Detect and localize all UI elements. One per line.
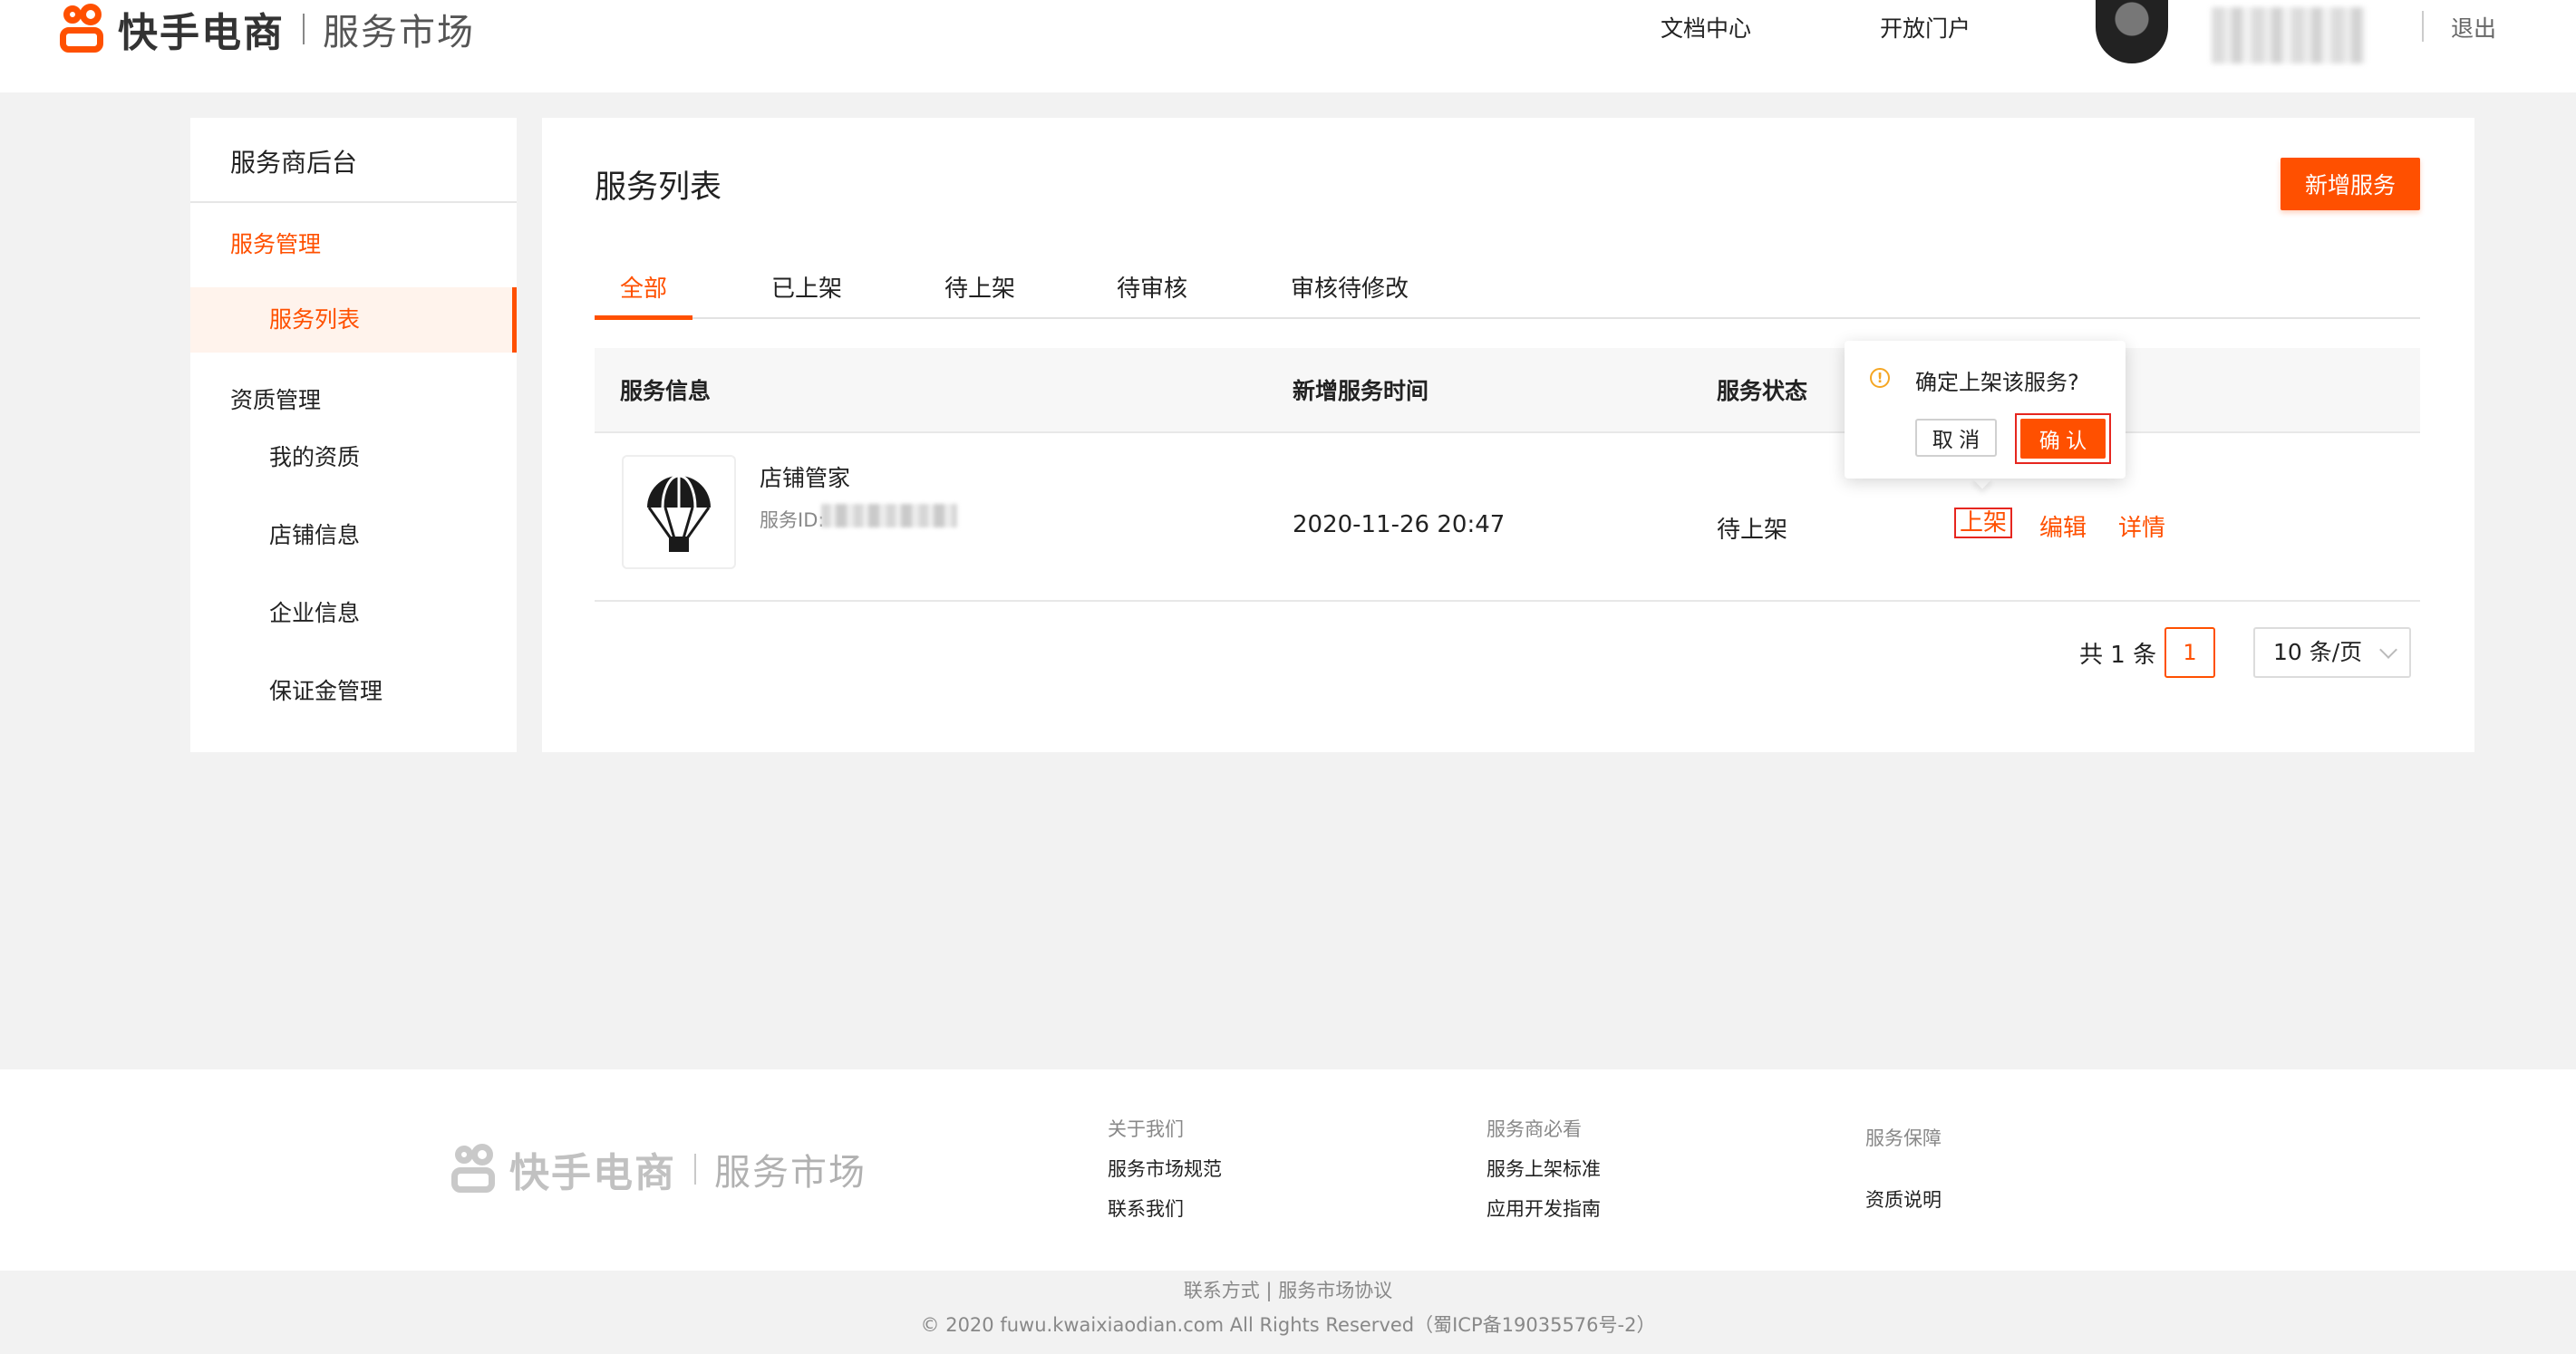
footer-heading-service-guarantee: 服务保障 <box>1865 1127 1942 1149</box>
user-name-redacted <box>2212 7 2366 63</box>
user-avatar[interactable] <box>2096 0 2168 63</box>
sidebar-item-shop-info[interactable]: 店铺信息 <box>190 503 517 568</box>
footer-brand-subtitle: 服务市场 <box>714 1152 867 1194</box>
parachute-icon <box>647 474 711 552</box>
kuaishou-logo-icon <box>58 4 105 54</box>
sidebar-title: 服务商后台 <box>230 148 358 178</box>
popconfirm: ! 确定上架该服务? 取 消 确 认 <box>1845 341 2126 479</box>
footer-logo-divider <box>694 1154 696 1185</box>
sidebar-item-service-list[interactable]: 服务列表 <box>190 287 517 353</box>
sidebar-item-my-qualification[interactable]: 我的资质 <box>190 425 517 490</box>
nav-open-portal-link[interactable]: 开放门户 <box>1880 11 1971 44</box>
tab-pending-listing[interactable]: 待上架 <box>944 270 1015 319</box>
sidebar-divider <box>190 201 517 203</box>
sidebar-group-qualification-management[interactable]: 资质管理 <box>230 382 321 415</box>
footer-logo: 快手电商 服务市场 <box>450 1140 867 1198</box>
sidebar-item-company-info[interactable]: 企业信息 <box>190 581 517 646</box>
info-icon: ! <box>1870 368 1890 388</box>
footer-link-contact-us[interactable]: 联系我们 <box>1108 1194 1184 1222</box>
footer-link-qualification-notes[interactable]: 资质说明 <box>1865 1185 1942 1213</box>
service-detail-link[interactable]: 详情 <box>2118 509 2165 543</box>
sidebar-item-deposit-management[interactable]: 保证金管理 <box>190 659 517 724</box>
footer-link-market-rules[interactable]: 服务市场规范 <box>1108 1155 1222 1182</box>
service-id-label: 服务ID: <box>760 509 825 531</box>
footer-heading-provider-must-read: 服务商必看 <box>1487 1118 1582 1140</box>
table-row: 店铺管家 服务ID: 2020-11-26 20:47 待上架 上架 编辑 详情 <box>595 433 2420 602</box>
popconfirm-confirm-button[interactable]: 确 认 <box>2020 419 2106 459</box>
popconfirm-cancel-button[interactable]: 取 消 <box>1915 419 1997 457</box>
service-thumbnail <box>622 455 736 569</box>
logo-divider <box>303 14 305 44</box>
service-created-time: 2020-11-26 20:47 <box>1293 511 1506 538</box>
tab-all[interactable]: 全部 <box>620 270 667 319</box>
column-header-service-info: 服务信息 <box>620 378 712 404</box>
service-status: 待上架 <box>1717 517 1788 544</box>
footer-link-listing-standard[interactable]: 服务上架标准 <box>1487 1155 1601 1182</box>
pagination-page-button[interactable]: 1 <box>2164 627 2215 678</box>
service-name: 店铺管家 <box>760 465 851 491</box>
popconfirm-message: 确定上架该服务? <box>1915 370 2079 395</box>
tab-review-needs-revision[interactable]: 审核待修改 <box>1291 270 1409 319</box>
nav-divider <box>2422 11 2424 42</box>
table-header: 服务信息 新增服务时间 服务状态 <box>595 348 2420 433</box>
pagination-total: 共 1 条 <box>2079 642 2157 669</box>
nav-docs-link[interactable]: 文档中心 <box>1661 11 1751 44</box>
edit-service-link[interactable]: 编辑 <box>2039 509 2087 543</box>
tabs-baseline <box>595 317 2420 319</box>
popconfirm-ok-highlight: 确 认 <box>2015 413 2111 464</box>
footer-link-dev-guide[interactable]: 应用开发指南 <box>1487 1194 1601 1222</box>
page-title: 服务列表 <box>595 169 722 206</box>
footer-bottom-links[interactable]: 联系方式 | 服务市场协议 <box>0 1276 2576 1303</box>
service-id-redacted <box>821 504 957 527</box>
add-service-button[interactable]: 新增服务 <box>2281 158 2420 210</box>
sidebar-group-service-management[interactable]: 服务管理 <box>230 227 321 259</box>
tab-pending-review[interactable]: 待审核 <box>1117 270 1187 319</box>
tab-listed[interactable]: 已上架 <box>771 270 842 319</box>
page-size-select[interactable]: 10 条/页 <box>2253 627 2411 678</box>
copyright-text: © 2020 fuwu.kwaixiaodian.com All Rights … <box>920 1314 1656 1336</box>
brand-subtitle: 服务市场 <box>323 12 475 53</box>
page-size-value: 10 条/页 <box>2273 639 2363 665</box>
chevron-down-icon <box>2379 641 2397 659</box>
main-panel: 服务列表 新增服务 全部 已上架 待上架 待审核 审核待修改 服务信息 新增服务… <box>542 118 2474 752</box>
column-header-created-time: 新增服务时间 <box>1293 378 1429 404</box>
footer-heading-about: 关于我们 <box>1108 1118 1184 1140</box>
list-service-link[interactable]: 上架 <box>1954 508 2013 538</box>
top-header: 快手电商 服务市场 文档中心 开放门户 退出 <box>0 0 2576 92</box>
logout-link[interactable]: 退出 <box>2451 11 2496 44</box>
footer: 快手电商 服务市场 关于我们 服务市场规范 联系我们 服务商必看 服务上架标准 … <box>0 1069 2576 1271</box>
brand-logo[interactable]: 快手电商 服务市场 <box>58 2 475 56</box>
sidebar: 服务商后台 服务管理 服务列表 资质管理 我的资质 店铺信息 企业信息 保证金管… <box>190 118 517 752</box>
column-header-status: 服务状态 <box>1717 378 1808 404</box>
brand-name: 快手电商 <box>118 10 285 56</box>
footer-brand-name: 快手电商 <box>509 1150 676 1196</box>
active-tab-indicator <box>595 315 692 320</box>
kuaishou-logo-icon <box>450 1144 497 1194</box>
